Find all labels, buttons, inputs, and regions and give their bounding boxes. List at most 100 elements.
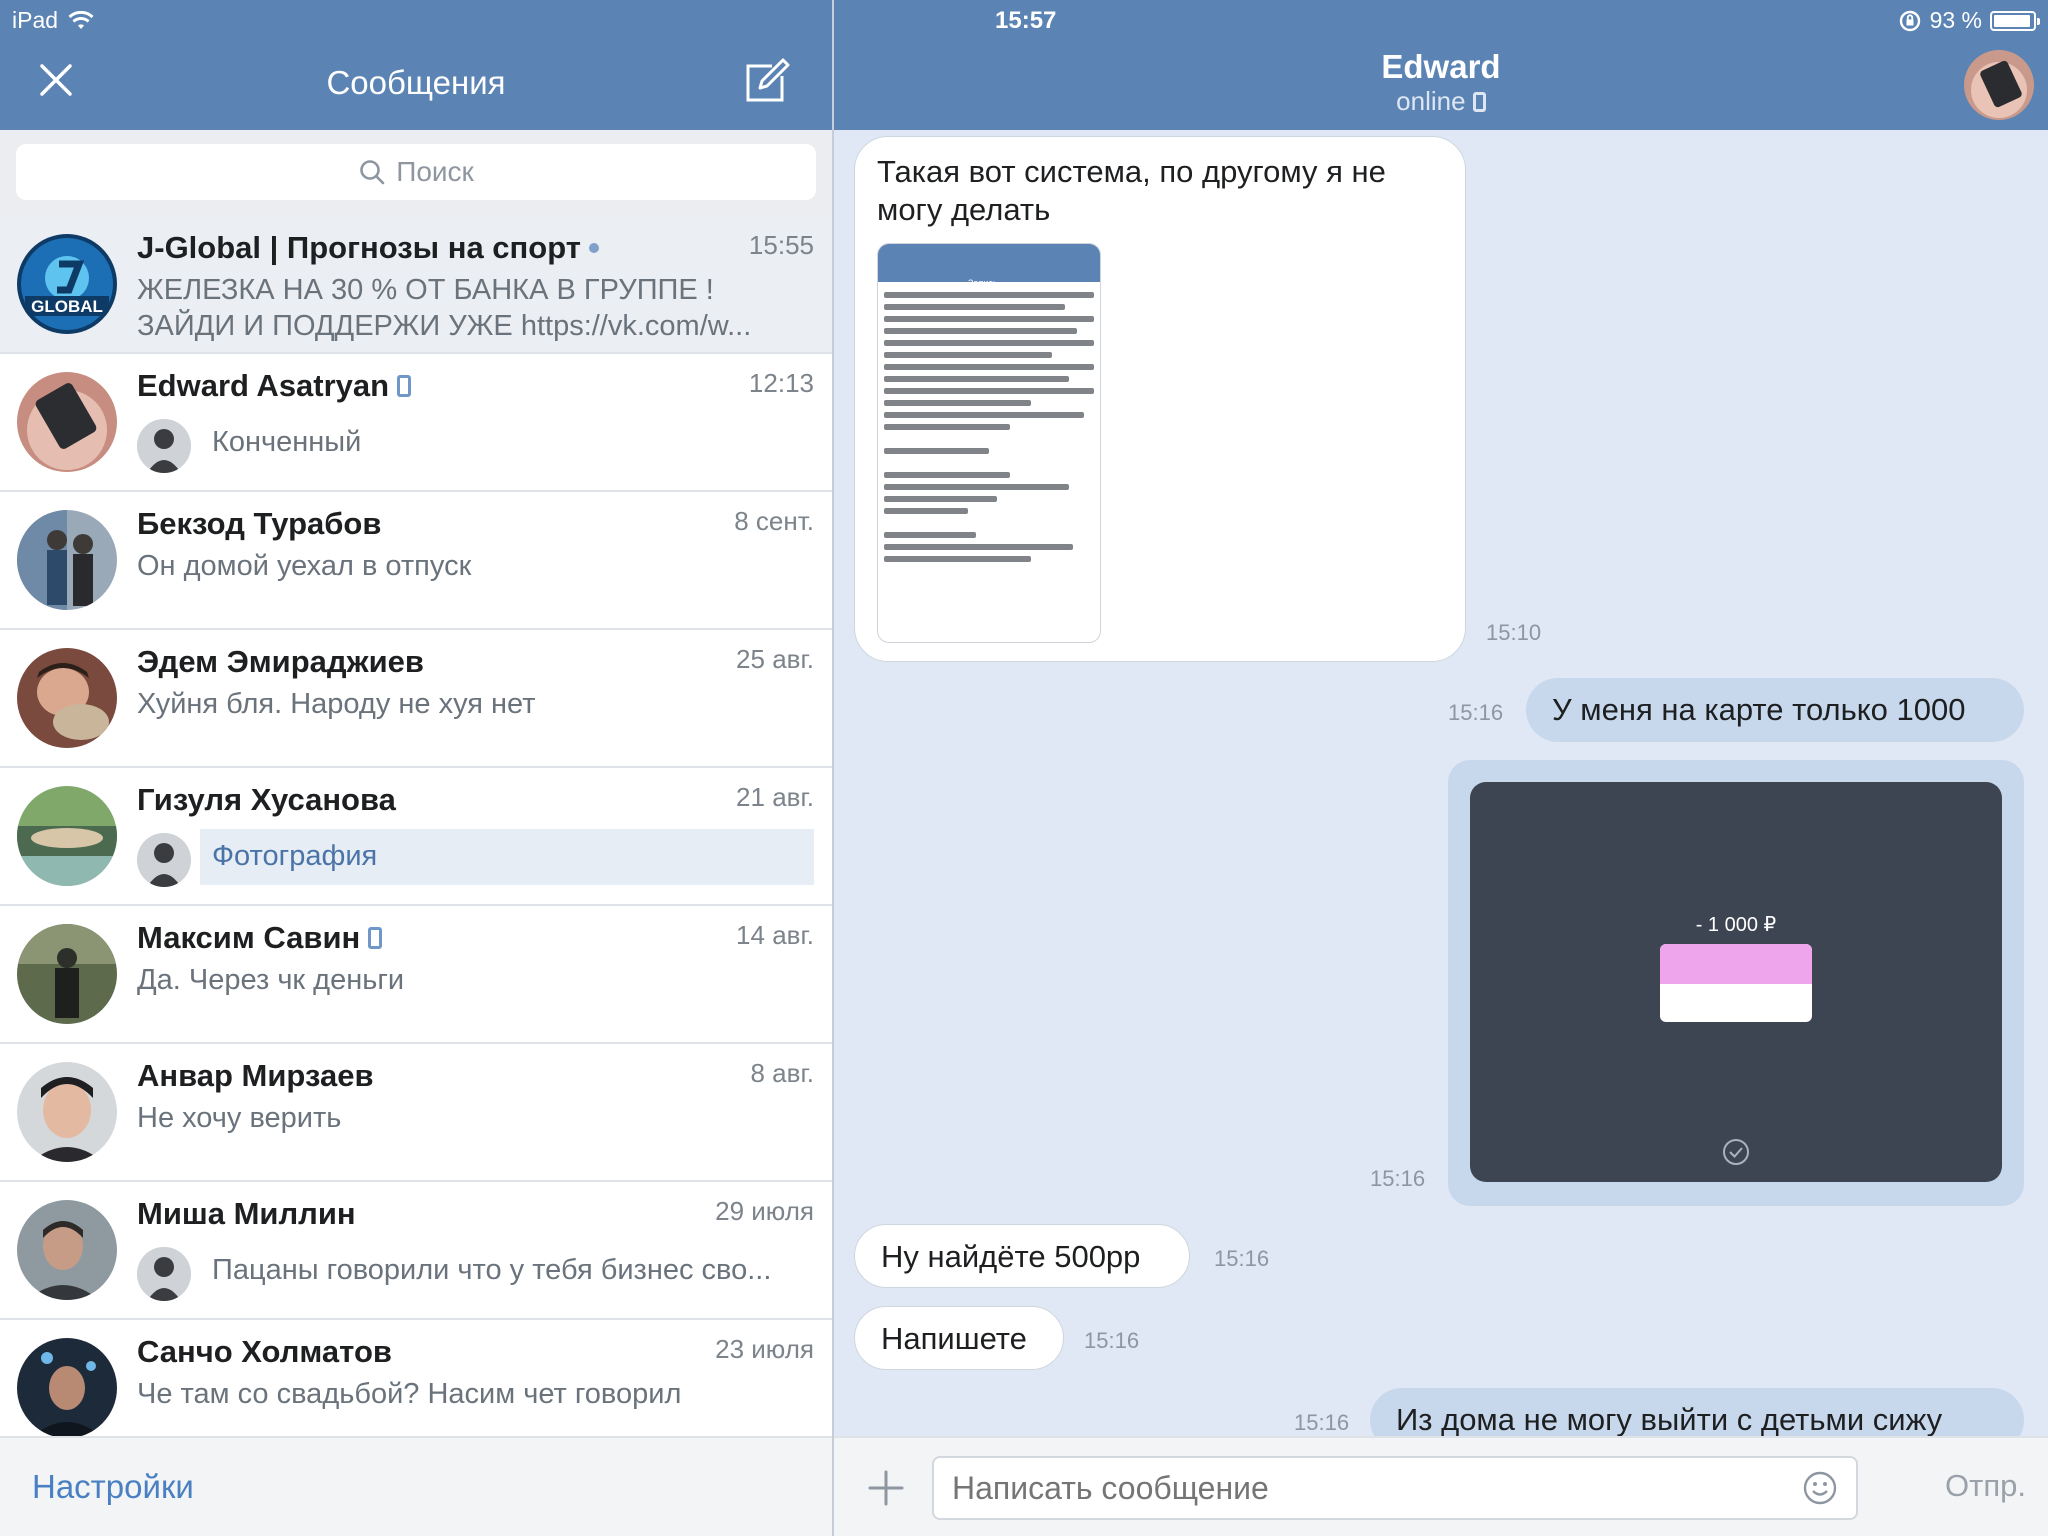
- unread-indicator: [588, 243, 599, 253]
- conversation-time: 8 авг.: [750, 1058, 815, 1088]
- conversation-name: Миша Миллин: [137, 1196, 356, 1231]
- avatar: [17, 648, 117, 748]
- message-bubble-in[interactable]: Напишете: [854, 1306, 1064, 1370]
- conversation-name: Санчо Холматов: [137, 1334, 392, 1369]
- chat-header: Edward online: [834, 40, 2048, 130]
- chat-messages: Такая вот система, по другому я не могу …: [834, 130, 2048, 1436]
- message-text: Напишете: [881, 1321, 1027, 1356]
- mobile-icon: [1472, 92, 1486, 112]
- online-status: online: [1396, 86, 1466, 116]
- search-placeholder: Поиск: [396, 156, 474, 187]
- conversation-time: 8 сент.: [734, 506, 814, 536]
- message-bubble-out[interactable]: - 1 000 ₽: [1448, 760, 2024, 1206]
- message-time: 15:16: [1448, 700, 1504, 725]
- chat-status: online: [834, 86, 2048, 117]
- conversation-item[interactable]: Бекзод Турабов 8 сент. Он домой уехал в …: [0, 492, 832, 630]
- messages-header: Сообщения: [0, 40, 832, 130]
- conversation-time: 14 авг.: [736, 920, 814, 950]
- avatar: [17, 372, 117, 472]
- conversation-preview: Он домой уехал в отпуск: [137, 550, 472, 582]
- conversation-time: 25 авг.: [736, 644, 814, 674]
- search-bar: Поиск: [0, 130, 832, 216]
- message-text: Из дома не могу выйти с детьми сижу: [1396, 1402, 1943, 1436]
- battery-percent: 93 %: [1929, 7, 1982, 33]
- conversation-name: Бекзод Турабов: [137, 506, 382, 541]
- avatar: [17, 924, 117, 1024]
- conversation-preview: ЖЕЛЕЗКА НА 30 % ОТ БАНКА В ГРУППЕ ! ЗАЙД…: [137, 274, 752, 342]
- conversation-item[interactable]: Анвар Мирзаев 8 авг. Не хочу верить: [0, 1044, 832, 1182]
- conversation-name: Гизуля Хусанова: [137, 782, 396, 817]
- avatar: [17, 1200, 117, 1300]
- status-time: 15:57: [995, 7, 1057, 34]
- search-input[interactable]: Поиск: [16, 144, 816, 200]
- conversation-item[interactable]: GLOBAL J-Global | Прогнозы на спорт 15:5…: [0, 216, 832, 354]
- conversation-preview: Че там со свадьбой? Насим чет говорил: [137, 1378, 682, 1410]
- conversation-item[interactable]: Эдем Эмираджиев 25 авг. Хуйня бля. Народ…: [0, 630, 832, 768]
- rotation-lock-icon: [1899, 10, 1920, 31]
- avatar: [17, 1062, 117, 1162]
- battery-icon: [1990, 10, 2040, 31]
- page-title: Сообщения: [326, 64, 506, 101]
- left-footer: Настройки: [0, 1436, 832, 1536]
- wifi-icon: [68, 10, 94, 29]
- message-text: Ну найдёте 500рр: [881, 1239, 1141, 1274]
- conversation-item[interactable]: Edward Asatryan 12:13 Конченный: [0, 354, 832, 492]
- conversation-item[interactable]: Гизуля Хусанова 21 авг. Фотография: [0, 768, 832, 906]
- conversation-preview: Пацаны говорили что у тебя бизнес сво...: [212, 1254, 772, 1286]
- conversation-item[interactable]: Максим Савин 14 авг. Да. Через чк деньги: [0, 906, 832, 1044]
- message-composer: Отпр.: [834, 1436, 2048, 1536]
- avatar: [17, 786, 117, 886]
- conversation-list: GLOBAL J-Global | Прогнозы на спорт 15:5…: [0, 216, 832, 1436]
- own-avatar: [137, 833, 191, 887]
- message-text: Такая вот система, по другому я не могу …: [877, 154, 1386, 227]
- conversation-time: 21 авг.: [736, 782, 814, 812]
- settings-button[interactable]: Настройки: [32, 1468, 194, 1506]
- message-text: У меня на карте только 1000: [1552, 692, 1966, 727]
- message-input[interactable]: [932, 1456, 1858, 1520]
- message-time: 15:16: [1370, 1166, 1426, 1191]
- chat-title[interactable]: Edward: [834, 48, 2048, 86]
- message-bubble-out[interactable]: Из дома не могу выйти с детьми сижу: [1370, 1388, 2024, 1436]
- message-time: 15:16: [1084, 1328, 1140, 1353]
- conversation-time: 23 июля: [715, 1334, 814, 1364]
- conversation-name: Эдем Эмираджиев: [137, 644, 424, 679]
- conversation-preview: Не хочу верить: [137, 1102, 342, 1134]
- own-avatar: [137, 419, 191, 473]
- own-avatar: [137, 1247, 191, 1301]
- conversation-time: 15:55: [748, 230, 814, 260]
- conversation-preview: Фотография: [212, 840, 378, 872]
- conversation-item[interactable]: Санчо Холматов 23 июля Че там со свадьбо…: [0, 1320, 832, 1436]
- conversation-name: Edward Asatryan: [137, 368, 412, 404]
- emoji-icon[interactable]: [1802, 1470, 1838, 1506]
- device-label: iPad: [12, 7, 59, 33]
- message-time: 15:10: [1486, 620, 1542, 645]
- message-bubble-in[interactable]: Такая вот система, по другому я не могу …: [854, 136, 1466, 662]
- compose-icon[interactable]: [742, 56, 792, 106]
- message-bubble-out[interactable]: У меня на карте только 1000: [1526, 678, 2024, 742]
- message-time: 15:16: [1214, 1246, 1270, 1271]
- chat-avatar[interactable]: [1964, 50, 2034, 120]
- attached-image[interactable]: Запись: [877, 243, 1101, 643]
- conversation-name: J-Global | Прогнозы на спорт: [137, 230, 599, 266]
- conversation-item[interactable]: Миша Миллин 29 июля Пацаны говорили что …: [0, 1182, 832, 1320]
- avatar: [17, 510, 117, 610]
- conversation-name: Анвар Мирзаев: [137, 1058, 374, 1093]
- mobile-icon: [397, 375, 412, 397]
- check-icon: [1723, 1139, 1749, 1165]
- mobile-icon: [368, 927, 383, 949]
- card-graphic: [1660, 944, 1812, 1022]
- message-bubble-in[interactable]: Ну найдёте 500рр: [854, 1224, 1190, 1288]
- conversation-time: 12:13: [748, 368, 814, 398]
- attached-image[interactable]: - 1 000 ₽: [1470, 782, 2002, 1182]
- conversation-preview: Хуйня бля. Народу не хуя нет: [137, 688, 536, 720]
- send-button[interactable]: Отпр.: [1945, 1468, 2026, 1504]
- avatar: GLOBAL: [17, 234, 117, 334]
- image-amount: - 1 000 ₽: [1695, 914, 1777, 936]
- search-icon: [360, 160, 385, 185]
- svg-text:GLOBAL: GLOBAL: [31, 297, 103, 316]
- conversation-preview: Да. Через чк деньги: [137, 964, 405, 996]
- status-bar: iPad 15:57 93 %: [0, 0, 2048, 40]
- attach-plus-icon[interactable]: [866, 1468, 906, 1508]
- conversation-name: Максим Савин: [137, 920, 383, 956]
- conversation-preview: Конченный: [212, 426, 362, 458]
